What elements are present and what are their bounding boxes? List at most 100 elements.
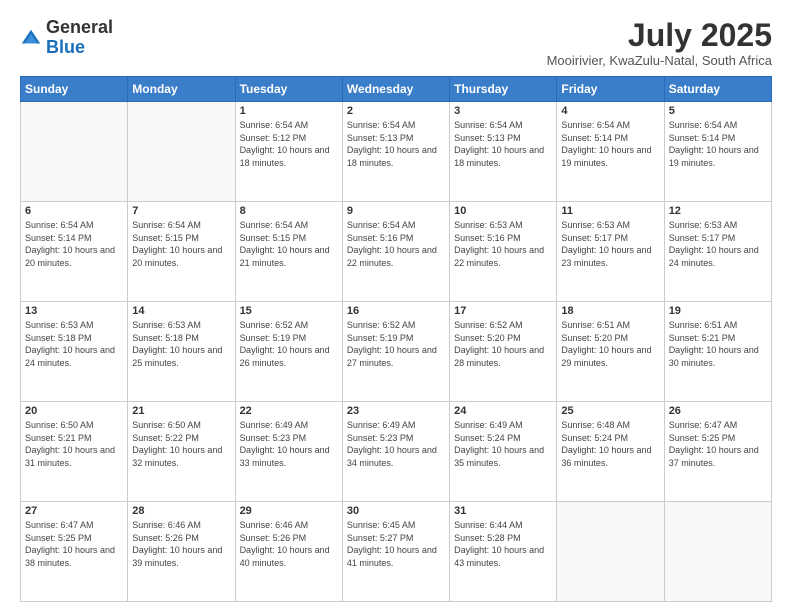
calendar-day-cell: 13 Sunrise: 6:53 AMSunset: 5:18 PMDayligh… — [21, 302, 128, 402]
calendar-day-cell: 21Sunrise: 6:50 AMSunset: 5:22 PMDayligh… — [128, 402, 235, 502]
logo: General Blue — [20, 18, 113, 58]
day-number: 5 — [669, 105, 767, 117]
day-number: 29 — [240, 505, 338, 517]
day-info: Sunrise: 6:50 AMSunset: 5:21 PMDaylight:… — [25, 419, 123, 469]
calendar-day-cell: 16 Sunrise: 6:52 AMSunset: 5:19 PMDayligh… — [342, 302, 449, 402]
logo-general-text: General — [46, 17, 113, 37]
calendar-table: SundayMondayTuesdayWednesdayThursdayFrid… — [20, 76, 772, 602]
day-info: Sunrise: 6:51 AMSunset: 5:21 PMDaylight:… — [669, 319, 767, 369]
calendar-day-cell: 20 Sunrise: 6:50 AMSunset: 5:21 PMDayligh… — [21, 402, 128, 502]
day-number: 22 — [240, 405, 338, 417]
day-number: 1 — [240, 105, 338, 117]
calendar-day-cell: 11 Sunrise: 6:53 AMSunset: 5:17 PMDayligh… — [557, 202, 664, 302]
calendar-day-cell: 30Sunrise: 6:45 AMSunset: 5:27 PMDayligh… — [342, 502, 449, 602]
day-of-week-header: Thursday — [450, 77, 557, 102]
day-info: Sunrise: 6:52 AMSunset: 5:19 PMDaylight:… — [347, 319, 445, 369]
day-number: 23 — [347, 405, 445, 417]
calendar-day-cell: 18 Sunrise: 6:51 AMSunset: 5:20 PMDayligh… — [557, 302, 664, 402]
day-info: Sunrise: 6:45 AMSunset: 5:27 PMDaylight:… — [347, 519, 445, 569]
day-info: Sunrise: 6:52 AMSunset: 5:20 PMDaylight:… — [454, 319, 552, 369]
page: General Blue July 2025 Mooirivier, KwaZu… — [0, 0, 792, 612]
calendar-day-cell: 1 Sunrise: 6:54 AMSunset: 5:12 PMDaylight… — [235, 102, 342, 202]
calendar-day-cell: 27 Sunrise: 6:47 AMSunset: 5:25 PMDayligh… — [21, 502, 128, 602]
calendar-day-cell: 25 Sunrise: 6:48 AMSunset: 5:24 PMDayligh… — [557, 402, 664, 502]
calendar-week-row: 13 Sunrise: 6:53 AMSunset: 5:18 PMDayligh… — [21, 302, 772, 402]
day-number: 13 — [25, 305, 123, 317]
calendar-day-cell: 9 Sunrise: 6:54 AMSunset: 5:16 PMDaylight… — [342, 202, 449, 302]
calendar-day-cell: 8 Sunrise: 6:54 AMSunset: 5:15 PMDaylight… — [235, 202, 342, 302]
calendar-day-cell: 4Sunrise: 6:54 AMSunset: 5:14 PMDaylight… — [557, 102, 664, 202]
day-number: 24 — [454, 405, 552, 417]
title-block: July 2025 Mooirivier, KwaZulu-Natal, Sou… — [547, 18, 772, 68]
main-title: July 2025 — [547, 18, 772, 53]
calendar-day-cell: 2 Sunrise: 6:54 AMSunset: 5:13 PMDaylight… — [342, 102, 449, 202]
day-number: 14 — [132, 305, 230, 317]
day-number: 27 — [25, 505, 123, 517]
day-info: Sunrise: 6:47 AMSunset: 5:25 PMDaylight:… — [669, 419, 767, 469]
day-of-week-header: Saturday — [664, 77, 771, 102]
day-info: Sunrise: 6:53 AMSunset: 5:16 PMDaylight:… — [454, 219, 552, 269]
day-number: 7 — [132, 205, 230, 217]
day-of-week-header: Monday — [128, 77, 235, 102]
calendar-day-cell — [557, 502, 664, 602]
calendar-day-cell: 26 Sunrise: 6:47 AMSunset: 5:25 PMDayligh… — [664, 402, 771, 502]
day-info: Sunrise: 6:53 AMSunset: 5:17 PMDaylight:… — [561, 219, 659, 269]
day-info: Sunrise: 6:54 AMSunset: 5:12 PMDaylight:… — [240, 119, 338, 169]
day-info: Sunrise: 6:53 AMSunset: 5:18 PMDaylight:… — [132, 319, 230, 369]
logo-text: General Blue — [46, 18, 113, 58]
day-number: 12 — [669, 205, 767, 217]
day-info: Sunrise: 6:54 AMSunset: 5:15 PMDaylight:… — [132, 219, 230, 269]
day-number: 6 — [25, 205, 123, 217]
calendar-week-row: 1 Sunrise: 6:54 AMSunset: 5:12 PMDaylight… — [21, 102, 772, 202]
day-info: Sunrise: 6:44 AMSunset: 5:28 PMDaylight:… — [454, 519, 552, 569]
calendar-day-cell: 3Sunrise: 6:54 AMSunset: 5:13 PMDaylight… — [450, 102, 557, 202]
day-number: 2 — [347, 105, 445, 117]
day-info: Sunrise: 6:46 AMSunset: 5:26 PMDaylight:… — [132, 519, 230, 569]
day-info: Sunrise: 6:54 AMSunset: 5:14 PMDaylight:… — [561, 119, 659, 169]
calendar-day-cell: 5 Sunrise: 6:54 AMSunset: 5:14 PMDaylight… — [664, 102, 771, 202]
calendar-day-cell: 23 Sunrise: 6:49 AMSunset: 5:23 PMDayligh… — [342, 402, 449, 502]
day-info: Sunrise: 6:54 AMSunset: 5:15 PMDaylight:… — [240, 219, 338, 269]
day-info: Sunrise: 6:54 AMSunset: 5:16 PMDaylight:… — [347, 219, 445, 269]
calendar-week-row: 27 Sunrise: 6:47 AMSunset: 5:25 PMDayligh… — [21, 502, 772, 602]
day-info: Sunrise: 6:54 AMSunset: 5:14 PMDaylight:… — [669, 119, 767, 169]
day-number: 3 — [454, 105, 552, 117]
day-number: 26 — [669, 405, 767, 417]
day-of-week-header: Wednesday — [342, 77, 449, 102]
sub-title: Mooirivier, KwaZulu-Natal, South Africa — [547, 53, 772, 68]
calendar-day-cell: 15 Sunrise: 6:52 AMSunset: 5:19 PMDayligh… — [235, 302, 342, 402]
day-number: 11 — [561, 205, 659, 217]
day-number: 10 — [454, 205, 552, 217]
day-number: 20 — [25, 405, 123, 417]
day-number: 17 — [454, 305, 552, 317]
calendar-day-cell — [664, 502, 771, 602]
day-number: 18 — [561, 305, 659, 317]
day-info: Sunrise: 6:52 AMSunset: 5:19 PMDaylight:… — [240, 319, 338, 369]
day-info: Sunrise: 6:46 AMSunset: 5:26 PMDaylight:… — [240, 519, 338, 569]
day-of-week-header: Friday — [557, 77, 664, 102]
calendar-day-cell: 14 Sunrise: 6:53 AMSunset: 5:18 PMDayligh… — [128, 302, 235, 402]
day-number: 16 — [347, 305, 445, 317]
day-info: Sunrise: 6:54 AMSunset: 5:14 PMDaylight:… — [25, 219, 123, 269]
day-info: Sunrise: 6:49 AMSunset: 5:23 PMDaylight:… — [347, 419, 445, 469]
day-info: Sunrise: 6:53 AMSunset: 5:17 PMDaylight:… — [669, 219, 767, 269]
day-info: Sunrise: 6:49 AMSunset: 5:23 PMDaylight:… — [240, 419, 338, 469]
calendar-day-cell: 12 Sunrise: 6:53 AMSunset: 5:17 PMDayligh… — [664, 202, 771, 302]
day-number: 25 — [561, 405, 659, 417]
day-info: Sunrise: 6:47 AMSunset: 5:25 PMDaylight:… — [25, 519, 123, 569]
day-number: 28 — [132, 505, 230, 517]
day-number: 8 — [240, 205, 338, 217]
day-info: Sunrise: 6:53 AMSunset: 5:18 PMDaylight:… — [25, 319, 123, 369]
calendar-day-cell — [128, 102, 235, 202]
day-info: Sunrise: 6:51 AMSunset: 5:20 PMDaylight:… — [561, 319, 659, 369]
calendar-day-cell: 28 Sunrise: 6:46 AMSunset: 5:26 PMDayligh… — [128, 502, 235, 602]
calendar-week-row: 20 Sunrise: 6:50 AMSunset: 5:21 PMDayligh… — [21, 402, 772, 502]
day-number: 31 — [454, 505, 552, 517]
day-number: 15 — [240, 305, 338, 317]
day-number: 9 — [347, 205, 445, 217]
calendar-day-cell: 31 Sunrise: 6:44 AMSunset: 5:28 PMDayligh… — [450, 502, 557, 602]
day-info: Sunrise: 6:48 AMSunset: 5:24 PMDaylight:… — [561, 419, 659, 469]
logo-icon — [20, 27, 42, 49]
logo-blue-text: Blue — [46, 37, 85, 57]
day-info: Sunrise: 6:54 AMSunset: 5:13 PMDaylight:… — [347, 119, 445, 169]
